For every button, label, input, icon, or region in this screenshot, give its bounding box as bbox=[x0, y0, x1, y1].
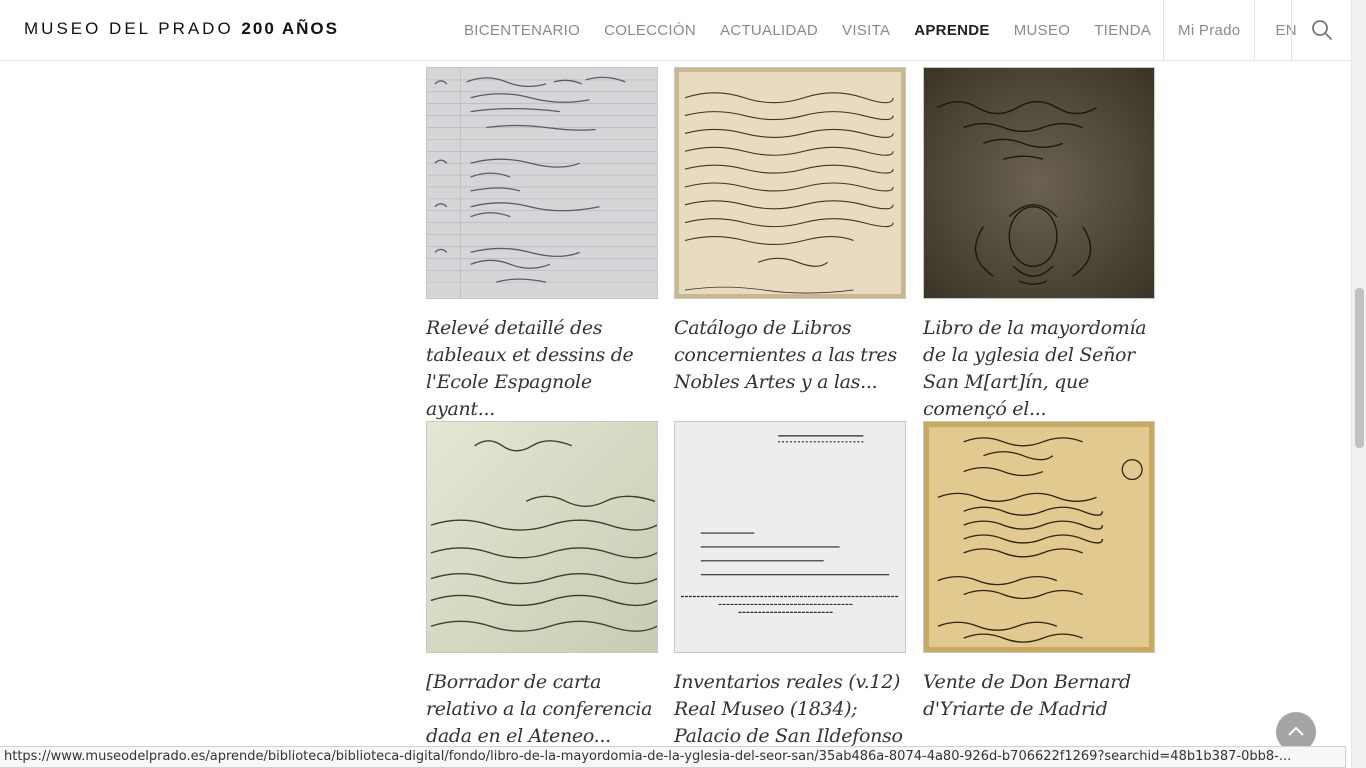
search-icon bbox=[1311, 20, 1332, 40]
site-logo[interactable]: MUSEO DEL PRADO 200 AÑOS bbox=[24, 19, 339, 39]
result-title[interactable]: Relevé detaillé des tableaux et dessins … bbox=[426, 315, 658, 423]
result-thumbnail[interactable] bbox=[426, 421, 658, 653]
result-card[interactable]: Libro de la mayordomía de la yglesia del… bbox=[923, 67, 1155, 423]
logo-main: MUSEO DEL PRADO bbox=[24, 19, 234, 38]
result-title[interactable]: Vente de Don Bernard d'Yriarte de Madrid bbox=[923, 669, 1155, 723]
result-title[interactable]: Libro de la mayordomía de la yglesia del… bbox=[923, 315, 1155, 423]
nav-museo[interactable]: MUSEO bbox=[1002, 22, 1083, 39]
chevron-up-icon bbox=[1288, 726, 1304, 736]
nav-visita[interactable]: VISITA bbox=[830, 22, 902, 39]
nav-coleccion[interactable]: COLECCIÓN bbox=[592, 22, 708, 39]
result-title[interactable]: [Borrador de carta relativo a la confere… bbox=[426, 669, 658, 750]
result-thumbnail[interactable] bbox=[674, 67, 906, 299]
nav-bicentenario[interactable]: BICENTENARIO bbox=[452, 22, 592, 39]
scrollbar-thumb[interactable] bbox=[1355, 288, 1364, 448]
result-card[interactable]: Vente de Don Bernard d'Yriarte de Madrid bbox=[923, 421, 1155, 723]
logo-suffix: 200 AÑOS bbox=[241, 19, 339, 38]
result-thumbnail[interactable] bbox=[426, 67, 658, 299]
main-nav: BICENTENARIO COLECCIÓN ACTUALIDAD VISITA… bbox=[452, 0, 1317, 60]
result-thumbnail[interactable] bbox=[923, 67, 1155, 299]
result-card[interactable]: Catálogo de Libros concernientes a las t… bbox=[674, 67, 906, 396]
result-card[interactable]: Inventarios reales (v.12) Real Museo (18… bbox=[674, 421, 906, 768]
page-scrollbar[interactable] bbox=[1351, 0, 1366, 768]
result-card[interactable]: [Borrador de carta relativo a la confere… bbox=[426, 421, 658, 750]
search-button[interactable] bbox=[1291, 0, 1351, 60]
nav-mi-prado[interactable]: Mi Prado bbox=[1164, 22, 1254, 39]
site-header: MUSEO DEL PRADO 200 AÑOS BICENTENARIO CO… bbox=[0, 0, 1351, 61]
result-thumbnail[interactable] bbox=[674, 421, 906, 653]
browser-status-url: https://www.museodelprado.es/aprende/bib… bbox=[0, 746, 1346, 768]
result-card[interactable]: Relevé detaillé des tableaux et dessins … bbox=[426, 67, 658, 423]
result-title[interactable]: Catálogo de Libros concernientes a las t… bbox=[674, 315, 906, 396]
nav-aprende[interactable]: APRENDE bbox=[902, 22, 1001, 39]
nav-tienda[interactable]: TIENDA bbox=[1082, 22, 1163, 39]
result-thumbnail[interactable] bbox=[923, 421, 1155, 653]
nav-actualidad[interactable]: ACTUALIDAD bbox=[708, 22, 830, 39]
